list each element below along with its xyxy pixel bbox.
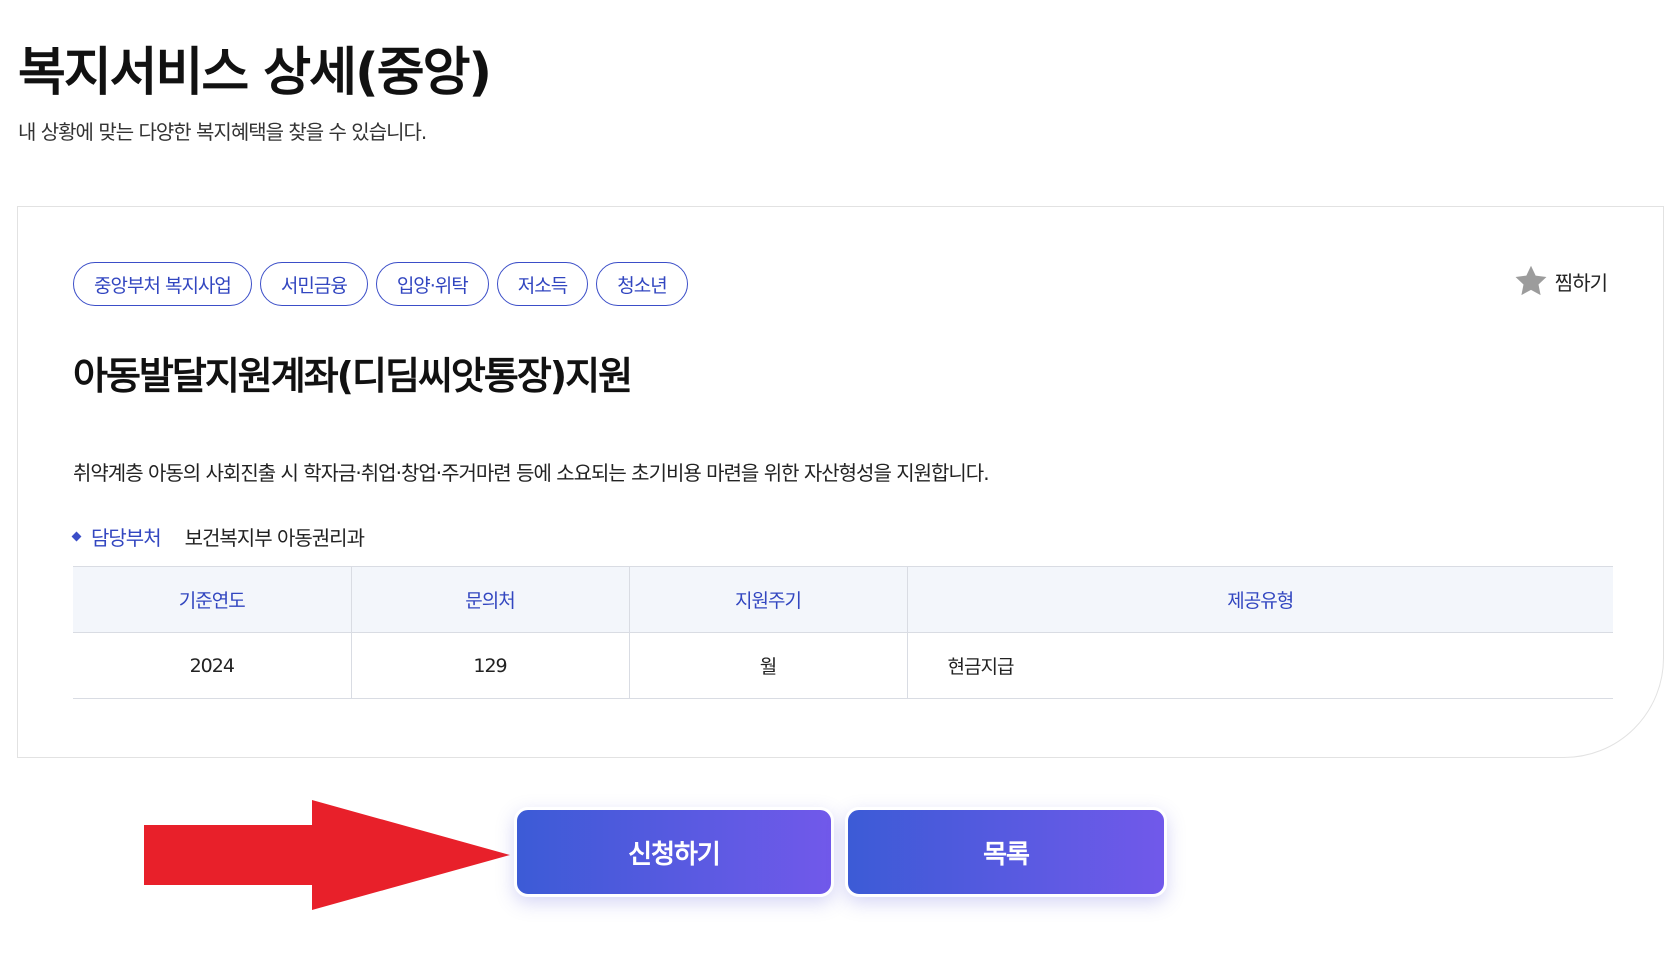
favorite-label: 찜하기 — [1554, 270, 1608, 295]
table-row: 2024 129 월 현금지급 — [73, 632, 1613, 699]
info-table: 기준연도 문의처 지원주기 제공유형 2024 129 월 현금지급 — [73, 566, 1613, 699]
apply-button[interactable]: 신청하기 — [514, 807, 834, 897]
list-button[interactable]: 목록 — [845, 807, 1167, 897]
service-detail-card: 중앙부처 복지사업 서민금융 입양·위탁 저소득 청소년 찜하기 아동발달지원계… — [17, 206, 1664, 758]
service-title: 아동발달지원계좌(디딤씨앗통장)지원 — [73, 354, 633, 398]
department-value: 보건복지부 아동권리과 — [184, 526, 365, 550]
department-label: 담당부처 — [91, 526, 162, 550]
department-row: 담당부처 보건복지부 아동권리과 — [71, 522, 365, 551]
header-support-cycle: 지원주기 — [628, 566, 907, 633]
red-arrow-icon — [144, 800, 510, 910]
tag-adoption-foster[interactable]: 입양·위탁 — [375, 262, 489, 306]
table-header-row: 기준연도 문의처 지원주기 제공유형 — [73, 566, 1613, 633]
page-title: 복지서비스 상세(중앙) — [18, 43, 492, 103]
cell-provision-type: 현금지급 — [906, 632, 1613, 699]
header-provision-type: 제공유형 — [906, 566, 1613, 633]
favorite-button[interactable]: 찜하기 — [1513, 263, 1608, 299]
cell-base-year: 2024 — [73, 632, 351, 699]
tag-microfinance[interactable]: 서민금융 — [259, 262, 368, 306]
tag-central-ministry[interactable]: 중앙부처 복지사업 — [73, 262, 252, 306]
category-tags: 중앙부처 복지사업 서민금융 입양·위탁 저소득 청소년 — [73, 262, 688, 306]
star-icon — [1515, 265, 1547, 296]
page-subtitle: 내 상황에 맞는 다양한 복지혜택을 찾을 수 있습니다. — [18, 120, 427, 144]
cell-support-cycle: 월 — [628, 632, 907, 699]
page: 복지서비스 상세(중앙) 내 상황에 맞는 다양한 복지혜택을 찾을 수 있습니… — [0, 0, 1676, 954]
tag-youth[interactable]: 청소년 — [596, 262, 688, 306]
cell-contact: 129 — [350, 632, 629, 699]
header-contact: 문의처 — [350, 566, 629, 633]
service-description: 취약계층 아동의 사회진출 시 학자금·취업·창업·주거마련 등에 소요되는 초… — [73, 461, 990, 485]
header-base-year: 기준연도 — [73, 566, 351, 633]
diamond-bullet-icon — [71, 531, 82, 542]
tag-low-income[interactable]: 저소득 — [496, 262, 589, 306]
